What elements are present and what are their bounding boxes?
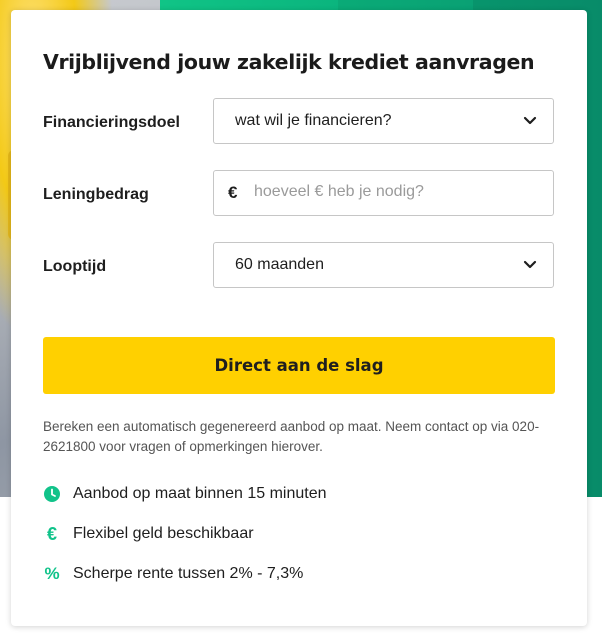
chevron-down-icon [523,116,537,125]
amount-label: Leningbedrag [43,186,149,203]
feature-text: Scherpe rente tussen 2% - 7,3% [73,565,304,582]
purpose-select[interactable]: wat wil je financieren? [213,98,554,144]
term-label: Looptijd [43,258,107,275]
term-select-value: 60 maanden [235,256,324,273]
feature-text: Flexibel geld beschikbaar [73,525,254,542]
purpose-label: Financieringsdoel [43,114,180,131]
term-select[interactable]: 60 maanden [213,242,554,288]
submit-button[interactable]: Direct aan de slag [43,337,555,394]
feature-item: % Scherpe rente tussen 2% - 7,3% [43,563,303,585]
clock-icon [43,485,61,503]
euro-icon: € [46,523,57,544]
percent-icon: % [44,564,60,583]
amount-field: € [213,170,554,216]
euro-prefix-icon: € [228,183,238,202]
amount-input[interactable] [254,172,544,212]
info-text: Bereken een automatisch gegenereerd aanb… [43,419,540,454]
feature-item: € Flexibel geld beschikbaar [43,523,254,545]
credit-request-card: Vrijblijvend jouw zakelijk krediet aanvr… [11,10,587,626]
feature-item: Aanbod op maat binnen 15 minuten [43,483,327,505]
form-title: Vrijblijvend jouw zakelijk krediet aanvr… [43,50,535,74]
purpose-select-value: wat wil je financieren? [235,112,392,129]
chevron-down-icon [523,260,537,269]
feature-text: Aanbod op maat binnen 15 minuten [73,485,327,502]
